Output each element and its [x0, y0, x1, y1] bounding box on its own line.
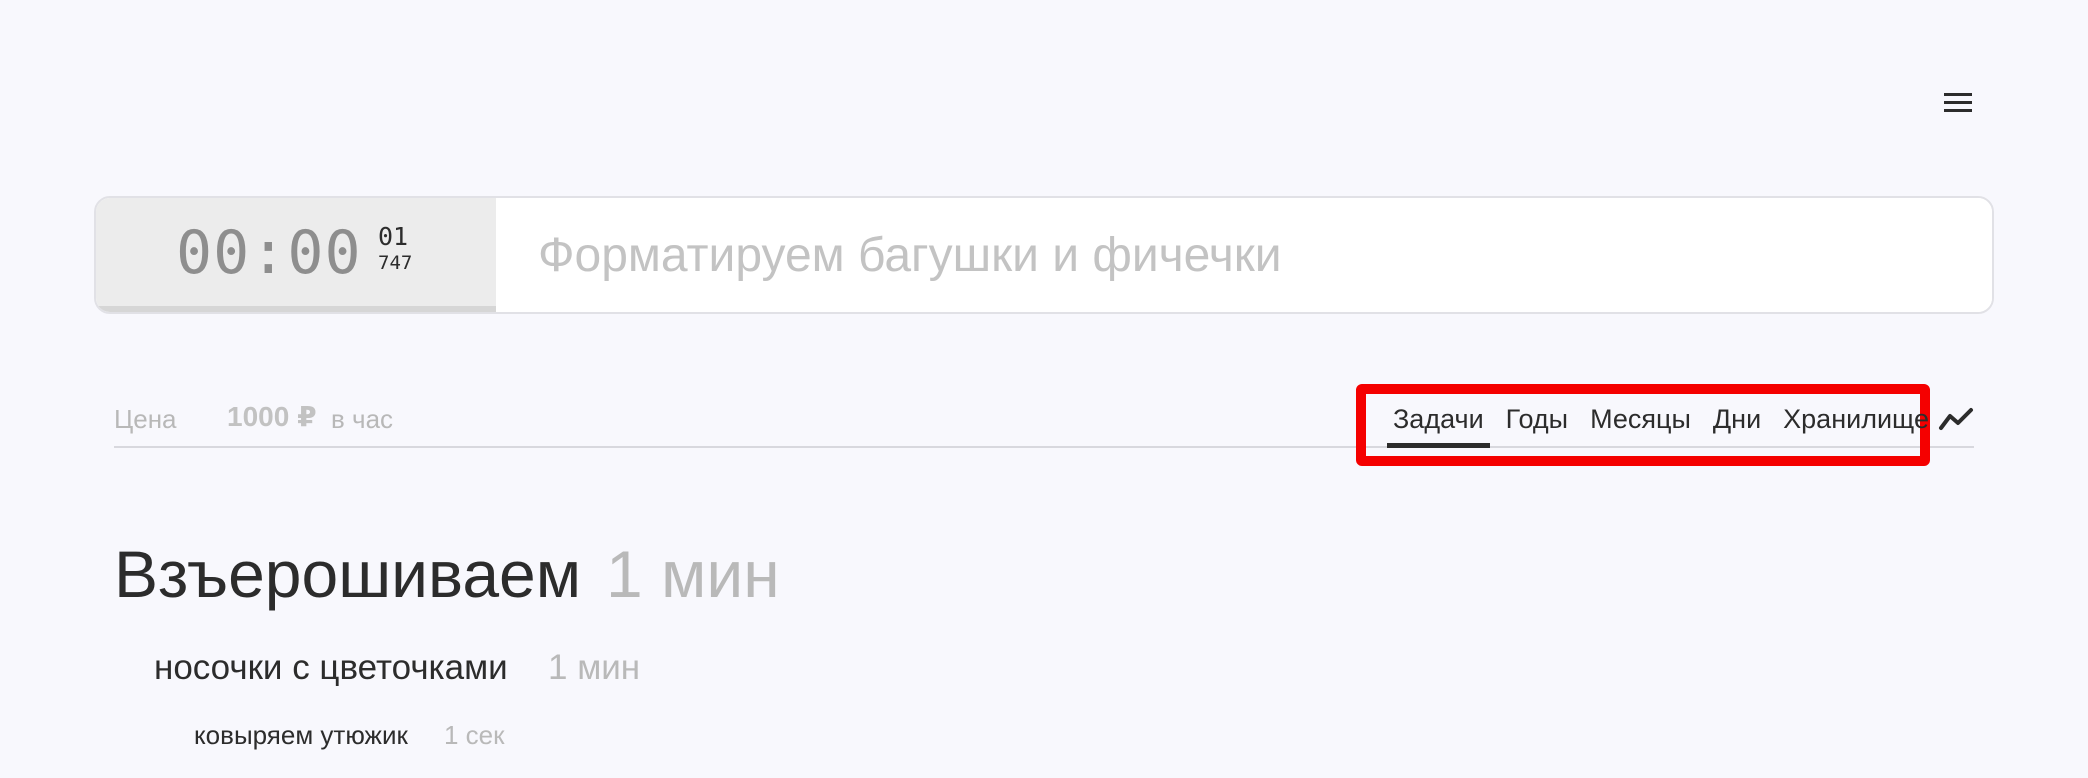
timer-display[interactable]: 00:00 01 747: [96, 198, 496, 312]
timer-bar: 00:00 01 747: [94, 196, 1994, 314]
tab-months[interactable]: Месяцы: [1584, 404, 1697, 448]
view-tabs: Задачи Годы Месяцы Дни Хранилище: [1387, 404, 1945, 448]
timer-sub-bottom: 747: [378, 252, 413, 274]
app-page: 00:00 01 747 Цена 1000 ₽ в час Задачи Го…: [0, 0, 2088, 778]
tab-tasks[interactable]: Задачи: [1387, 404, 1490, 448]
timer-sub-top: 01: [378, 222, 409, 251]
trend-chart-icon[interactable]: [1938, 404, 1974, 434]
price-value[interactable]: 1000 ₽: [227, 400, 317, 433]
task-group-title[interactable]: Взъерошиваем: [114, 536, 581, 612]
task-name-input[interactable]: [496, 198, 1992, 312]
tab-days[interactable]: Дни: [1707, 404, 1767, 448]
tab-years[interactable]: Годы: [1500, 404, 1574, 448]
timer-main-value: 00:00: [176, 218, 362, 288]
price-label: Цена: [114, 404, 177, 434]
task-group-time: 1 мин: [606, 537, 780, 611]
task-subgroup-title[interactable]: носочки с цветочками: [154, 648, 508, 688]
price-unit: в час: [331, 404, 394, 434]
task-item-title[interactable]: ковыряем утюжик: [194, 720, 408, 751]
hamburger-menu-icon[interactable]: [1938, 88, 1978, 116]
tab-storage[interactable]: Хранилище: [1777, 404, 1935, 448]
task-item-time: 1 сек: [444, 720, 505, 750]
task-subgroup-time: 1 мин: [548, 648, 641, 687]
